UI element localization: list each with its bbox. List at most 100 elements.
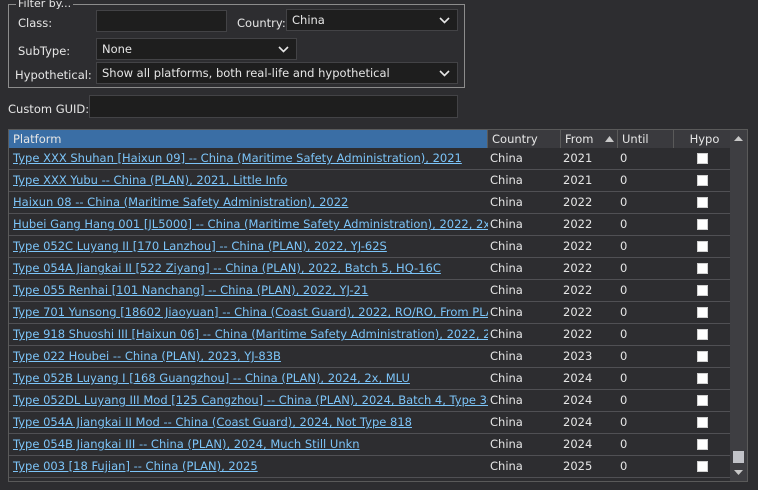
- country-cell: China: [490, 261, 523, 275]
- from-cell: 2022: [563, 305, 593, 319]
- table-row[interactable]: Haixun 08 -- China (Maritime Safety Admi…: [9, 192, 731, 214]
- country-value: China: [292, 13, 325, 27]
- hypo-checkbox[interactable]: [697, 263, 708, 274]
- country-cell: China: [490, 393, 523, 407]
- table-row[interactable]: Type 054A Jiangkai II [522 Ziyang] -- Ch…: [9, 258, 731, 280]
- scroll-down-icon[interactable]: [730, 464, 747, 481]
- hypo-checkbox[interactable]: [697, 285, 708, 296]
- table-row[interactable]: Type XXX Shuhan [Haixun 09] -- China (Ma…: [9, 148, 731, 170]
- hypothetical-dropdown[interactable]: Show all platforms, both real-life and h…: [96, 62, 458, 84]
- hypo-checkbox[interactable]: [697, 373, 708, 384]
- country-cell: China: [490, 415, 523, 429]
- scroll-up-icon[interactable]: [730, 130, 747, 147]
- platform-link[interactable]: Type 054A Jiangkai II [522 Ziyang] -- Ch…: [9, 258, 488, 279]
- from-cell: 2024: [563, 371, 593, 385]
- country-cell: China: [490, 173, 523, 187]
- country-dropdown[interactable]: China: [286, 9, 458, 31]
- table-row[interactable]: Type 054A Jiangkai II Mod -- China (Coas…: [9, 412, 731, 434]
- platform-link[interactable]: Type XXX Shuhan [Haixun 09] -- China (Ma…: [9, 148, 488, 169]
- from-cell: 2022: [563, 327, 593, 341]
- hypo-checkbox[interactable]: [697, 241, 708, 252]
- column-header-from[interactable]: From: [561, 130, 618, 148]
- country-cell: China: [490, 327, 523, 341]
- column-header-platform[interactable]: Platform: [9, 130, 488, 148]
- platform-link[interactable]: Type 918 Shuoshi III [Haixun 06] -- Chin…: [9, 324, 488, 345]
- table-row[interactable]: Type XXX Yubu -- China (PLAN), 2021, Lit…: [9, 170, 731, 192]
- country-cell: China: [490, 305, 523, 319]
- from-cell: 2025: [563, 459, 593, 473]
- platform-link[interactable]: Type 022 Houbei -- China (PLAN), 2023, Y…: [9, 346, 488, 367]
- column-header-hypo[interactable]: Hypo: [674, 130, 731, 148]
- until-cell: 0: [620, 349, 628, 363]
- until-cell: 0: [620, 305, 628, 319]
- column-header-country[interactable]: Country: [488, 130, 561, 148]
- from-cell: 2024: [563, 415, 593, 429]
- scrollbar-thumb[interactable]: [733, 451, 744, 463]
- country-cell: China: [490, 459, 523, 473]
- until-cell: 0: [620, 327, 628, 341]
- table-row[interactable]: Type 701 Yunsong [18602 Jiaoyuan] -- Chi…: [9, 302, 731, 324]
- until-cell: 0: [620, 261, 628, 275]
- column-header-until[interactable]: Until: [618, 130, 674, 148]
- class-input[interactable]: [96, 10, 227, 32]
- country-label: Country:: [237, 16, 286, 30]
- subtype-dropdown[interactable]: None: [96, 38, 297, 60]
- until-cell: 0: [620, 173, 628, 187]
- table-row[interactable]: Type 918 Shuoshi III [Haixun 06] -- Chin…: [9, 324, 731, 346]
- table-row[interactable]: Type 054B Jiangkai III -- China (PLAN), …: [9, 434, 731, 456]
- hypo-checkbox[interactable]: [697, 395, 708, 406]
- platform-link[interactable]: Type 701 Yunsong [18602 Jiaoyuan] -- Chi…: [9, 302, 488, 323]
- from-cell: 2022: [563, 283, 593, 297]
- vertical-scrollbar[interactable]: [730, 130, 747, 481]
- hypo-checkbox[interactable]: [697, 219, 708, 230]
- hypo-checkbox[interactable]: [697, 307, 708, 318]
- table-row[interactable]: Type 052B Luyang I [168 Guangzhou] -- Ch…: [9, 368, 731, 390]
- country-cell: China: [490, 283, 523, 297]
- hypo-checkbox[interactable]: [697, 153, 708, 164]
- from-cell: 2022: [563, 261, 593, 275]
- hypo-checkbox[interactable]: [697, 329, 708, 340]
- subtype-label: SubType:: [18, 44, 71, 58]
- country-cell: China: [490, 195, 523, 209]
- table-row[interactable]: Type 003 [18 Fujian] -- China (PLAN), 20…: [9, 456, 731, 478]
- platform-link[interactable]: Hubei Gang Hang 001 [JL5000] -- China (M…: [9, 214, 488, 235]
- from-cell: 2024: [563, 393, 593, 407]
- custom-guid-label: Custom GUID:: [8, 102, 90, 116]
- table-row[interactable]: Type 052C Luyang II [170 Lanzhou] -- Chi…: [9, 236, 731, 258]
- chevron-down-icon[interactable]: [431, 63, 457, 83]
- hypo-checkbox[interactable]: [697, 417, 708, 428]
- grid-rows: Type XXX Shuhan [Haixun 09] -- China (Ma…: [9, 148, 731, 478]
- platform-link[interactable]: Type 052C Luyang II [170 Lanzhou] -- Chi…: [9, 236, 488, 257]
- table-row[interactable]: Hubei Gang Hang 001 [JL5000] -- China (M…: [9, 214, 731, 236]
- hypo-checkbox[interactable]: [697, 351, 708, 362]
- hypo-checkbox[interactable]: [697, 439, 708, 450]
- hypo-checkbox[interactable]: [697, 197, 708, 208]
- hypo-checkbox[interactable]: [697, 175, 708, 186]
- country-cell: China: [490, 151, 523, 165]
- from-cell: 2024: [563, 437, 593, 451]
- platform-link[interactable]: Type 054B Jiangkai III -- China (PLAN), …: [9, 434, 488, 455]
- class-label: Class:: [18, 16, 53, 30]
- custom-guid-input[interactable]: [89, 95, 458, 118]
- platform-link[interactable]: Type 003 [18 Fujian] -- China (PLAN), 20…: [9, 456, 488, 477]
- platform-link[interactable]: Haixun 08 -- China (Maritime Safety Admi…: [9, 192, 488, 213]
- hypo-checkbox[interactable]: [697, 461, 708, 472]
- platform-link[interactable]: Type 054A Jiangkai II Mod -- China (Coas…: [9, 412, 488, 433]
- until-cell: 0: [620, 371, 628, 385]
- table-row[interactable]: Type 055 Renhai [101 Nanchang] -- China …: [9, 280, 731, 302]
- until-cell: 0: [620, 393, 628, 407]
- until-cell: 0: [620, 415, 628, 429]
- table-row[interactable]: Type 052DL Luyang III Mod [125 Cangzhou]…: [9, 390, 731, 412]
- country-cell: China: [490, 437, 523, 451]
- from-cell: 2023: [563, 349, 593, 363]
- table-row[interactable]: Type 022 Houbei -- China (PLAN), 2023, Y…: [9, 346, 731, 368]
- platform-link[interactable]: Type 052DL Luyang III Mod [125 Cangzhou]…: [9, 390, 488, 411]
- platform-link[interactable]: Type XXX Yubu -- China (PLAN), 2021, Lit…: [9, 170, 488, 191]
- until-cell: 0: [620, 283, 628, 297]
- platform-link[interactable]: Type 055 Renhai [101 Nanchang] -- China …: [9, 280, 488, 301]
- chevron-down-icon[interactable]: [431, 10, 457, 30]
- until-cell: 0: [620, 437, 628, 451]
- hypothetical-value: Show all platforms, both real-life and h…: [102, 66, 390, 80]
- platform-link[interactable]: Type 052B Luyang I [168 Guangzhou] -- Ch…: [9, 368, 488, 389]
- chevron-down-icon[interactable]: [270, 39, 296, 59]
